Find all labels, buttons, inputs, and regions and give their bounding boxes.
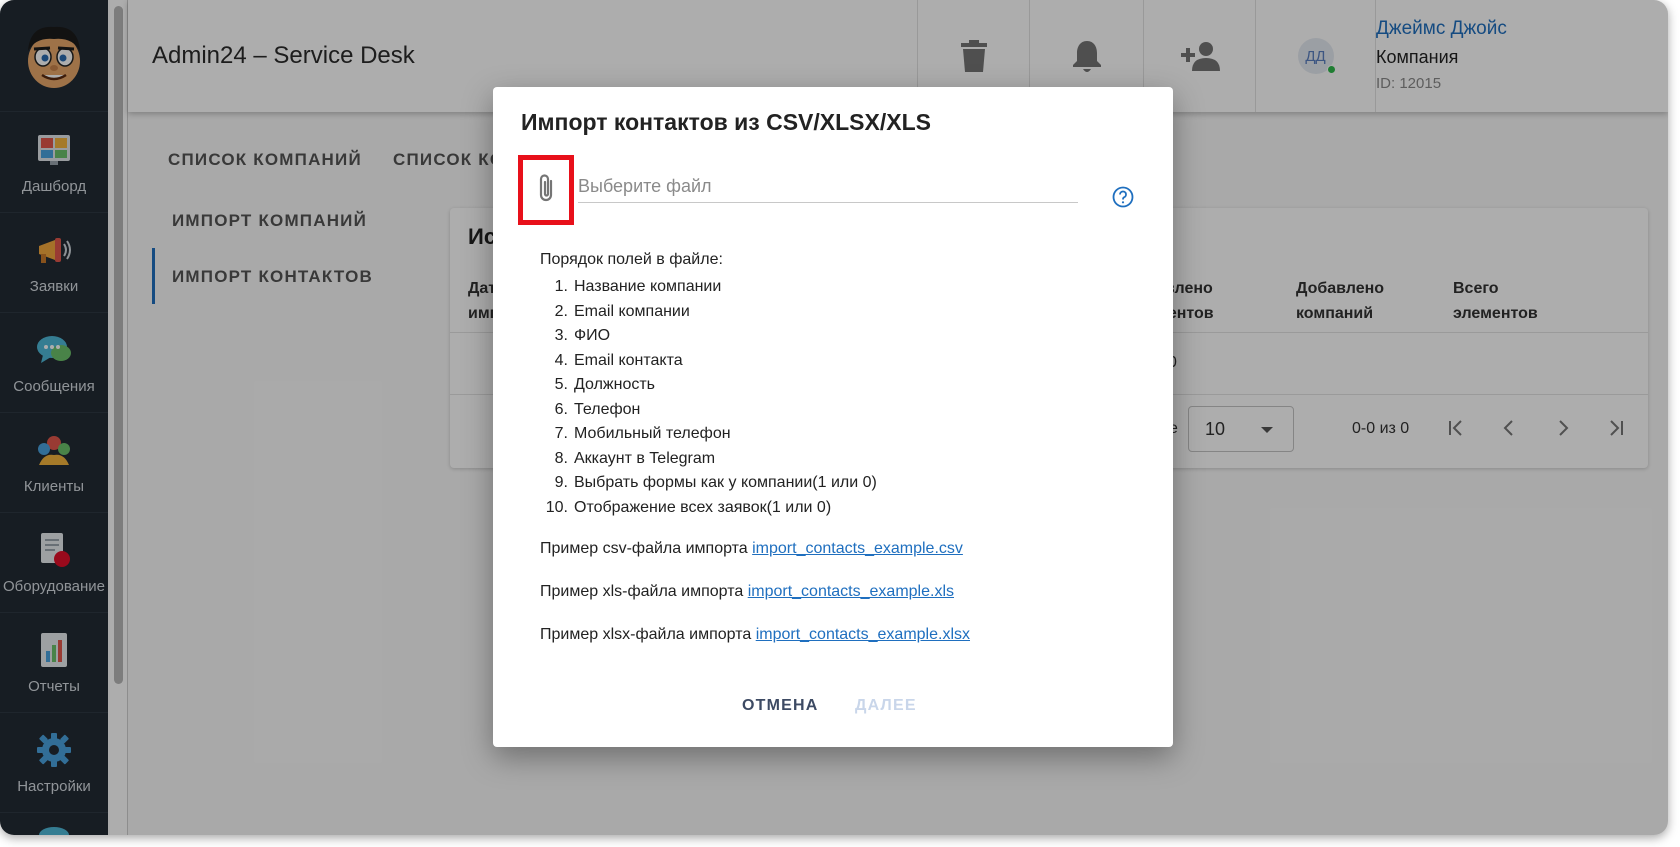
dialog-title: Импорт контактов из CSV/XLSX/XLS [521, 109, 931, 135]
list-item: 2. Email компании [554, 302, 690, 320]
cancel-button[interactable]: ОТМЕНА [742, 697, 819, 715]
example-xls: Пример xls-файла импорта import_contacts… [540, 583, 954, 600]
list-item: 5. Должность [554, 376, 655, 393]
list-item: 9. Выбрать формы как у компании(1 или 0) [554, 474, 877, 491]
list-item: 8. Аккаунт в Telegram [554, 449, 716, 467]
import-contacts-dialog: Импорт контактов из CSV/XLSX/XLS Порядок… [493, 87, 1173, 747]
example-xlsx-link[interactable]: import_contacts_example.xlsx [756, 626, 970, 643]
app-window: Дашборд Заявки Сообщения Клиенты Оборудо [0, 0, 1668, 835]
example-csv-link[interactable]: import_contacts_example.csv [752, 540, 963, 557]
list-item: 10. Отображение всех заявок(1 или 0) [545, 498, 832, 516]
list-item: 3. ФИО [554, 327, 611, 344]
fields-order-title: Порядок полей в файле: [540, 251, 723, 268]
example-csv: Пример csv-файла импорта import_contacts… [540, 540, 963, 557]
fields-order-list: 1. Название компании 2. Email компании 3. Ф… [540, 275, 877, 520]
list-item: 7. Мобильный телефон [554, 425, 731, 442]
example-xlsx: Пример xlsx-файла импорта import_contact… [540, 626, 970, 643]
example-xls-link[interactable]: import_contacts_example.xls [748, 583, 954, 600]
highlight-box [518, 155, 574, 225]
file-input[interactable] [578, 175, 1078, 203]
help-button[interactable] [1112, 186, 1134, 208]
list-item: 6. Телефон [554, 400, 641, 418]
list-item: 1. Название компании [554, 278, 722, 295]
help-icon [1112, 186, 1134, 208]
list-item: 4. Email контакта [554, 351, 683, 369]
next-button[interactable]: ДАЛЕЕ [855, 697, 917, 715]
